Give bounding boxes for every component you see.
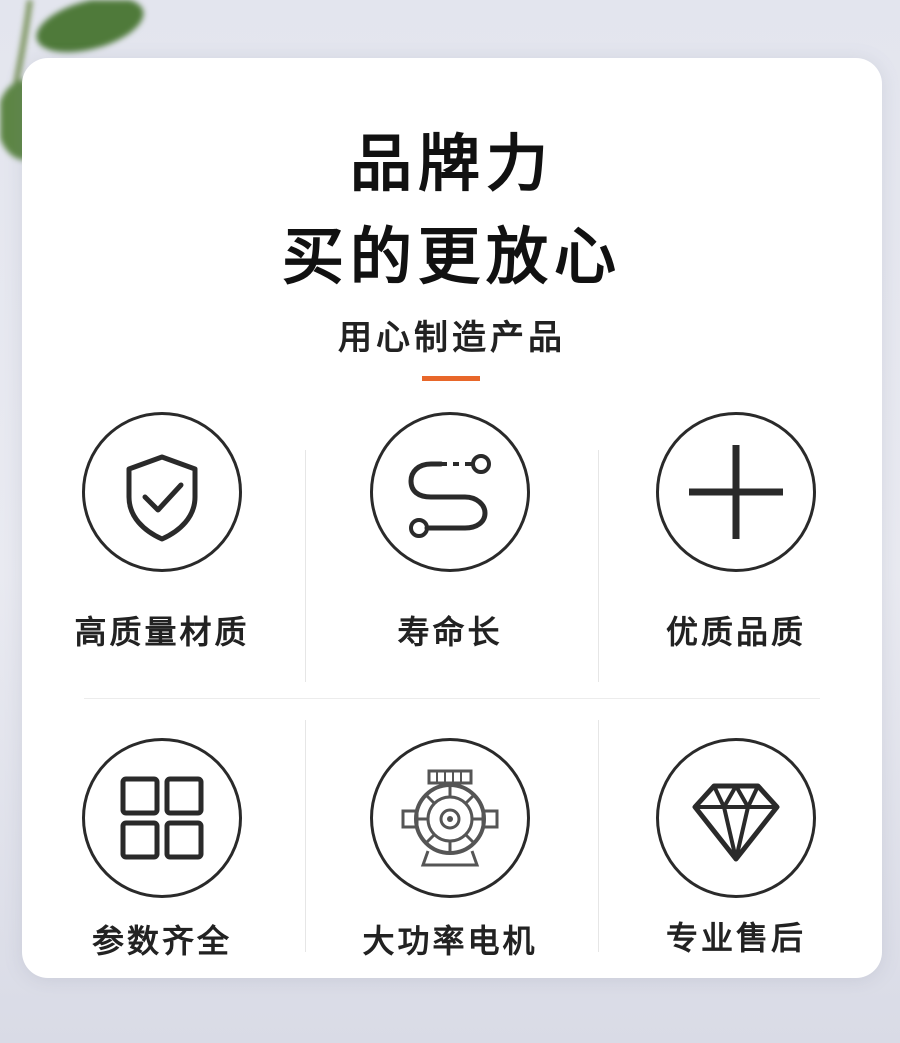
divider-horizontal	[84, 698, 820, 699]
feature-label: 高质量材质	[74, 613, 250, 651]
feature-label: 大功率电机	[362, 922, 538, 960]
feature-label: 优质品质	[665, 613, 806, 651]
route-path-icon	[408, 454, 491, 538]
feature-label: 专业售后	[665, 919, 806, 957]
brand-card: 品牌力 买的更放心 用心制造产品 高质量材质 寿命长 优质品质 参数齐全 大功率…	[22, 58, 882, 978]
grid-squares-icon	[120, 776, 204, 860]
motor-icon	[401, 769, 499, 867]
shield-check-icon	[126, 454, 198, 542]
accent-bar	[422, 376, 480, 381]
diamond-icon	[692, 783, 780, 862]
divider-vertical-1	[305, 450, 306, 682]
divider-vertical-2	[598, 450, 599, 682]
divider-vertical-4	[598, 720, 599, 952]
feature-label: 参数齐全	[91, 922, 232, 960]
heading-line-2: 买的更放心	[281, 220, 622, 293]
feature-label: 寿命长	[397, 613, 503, 651]
plus-icon	[689, 445, 783, 539]
heading-line-1: 品牌力	[349, 127, 554, 200]
subheading: 用心制造产品	[338, 318, 566, 358]
divider-vertical-3	[305, 720, 306, 952]
